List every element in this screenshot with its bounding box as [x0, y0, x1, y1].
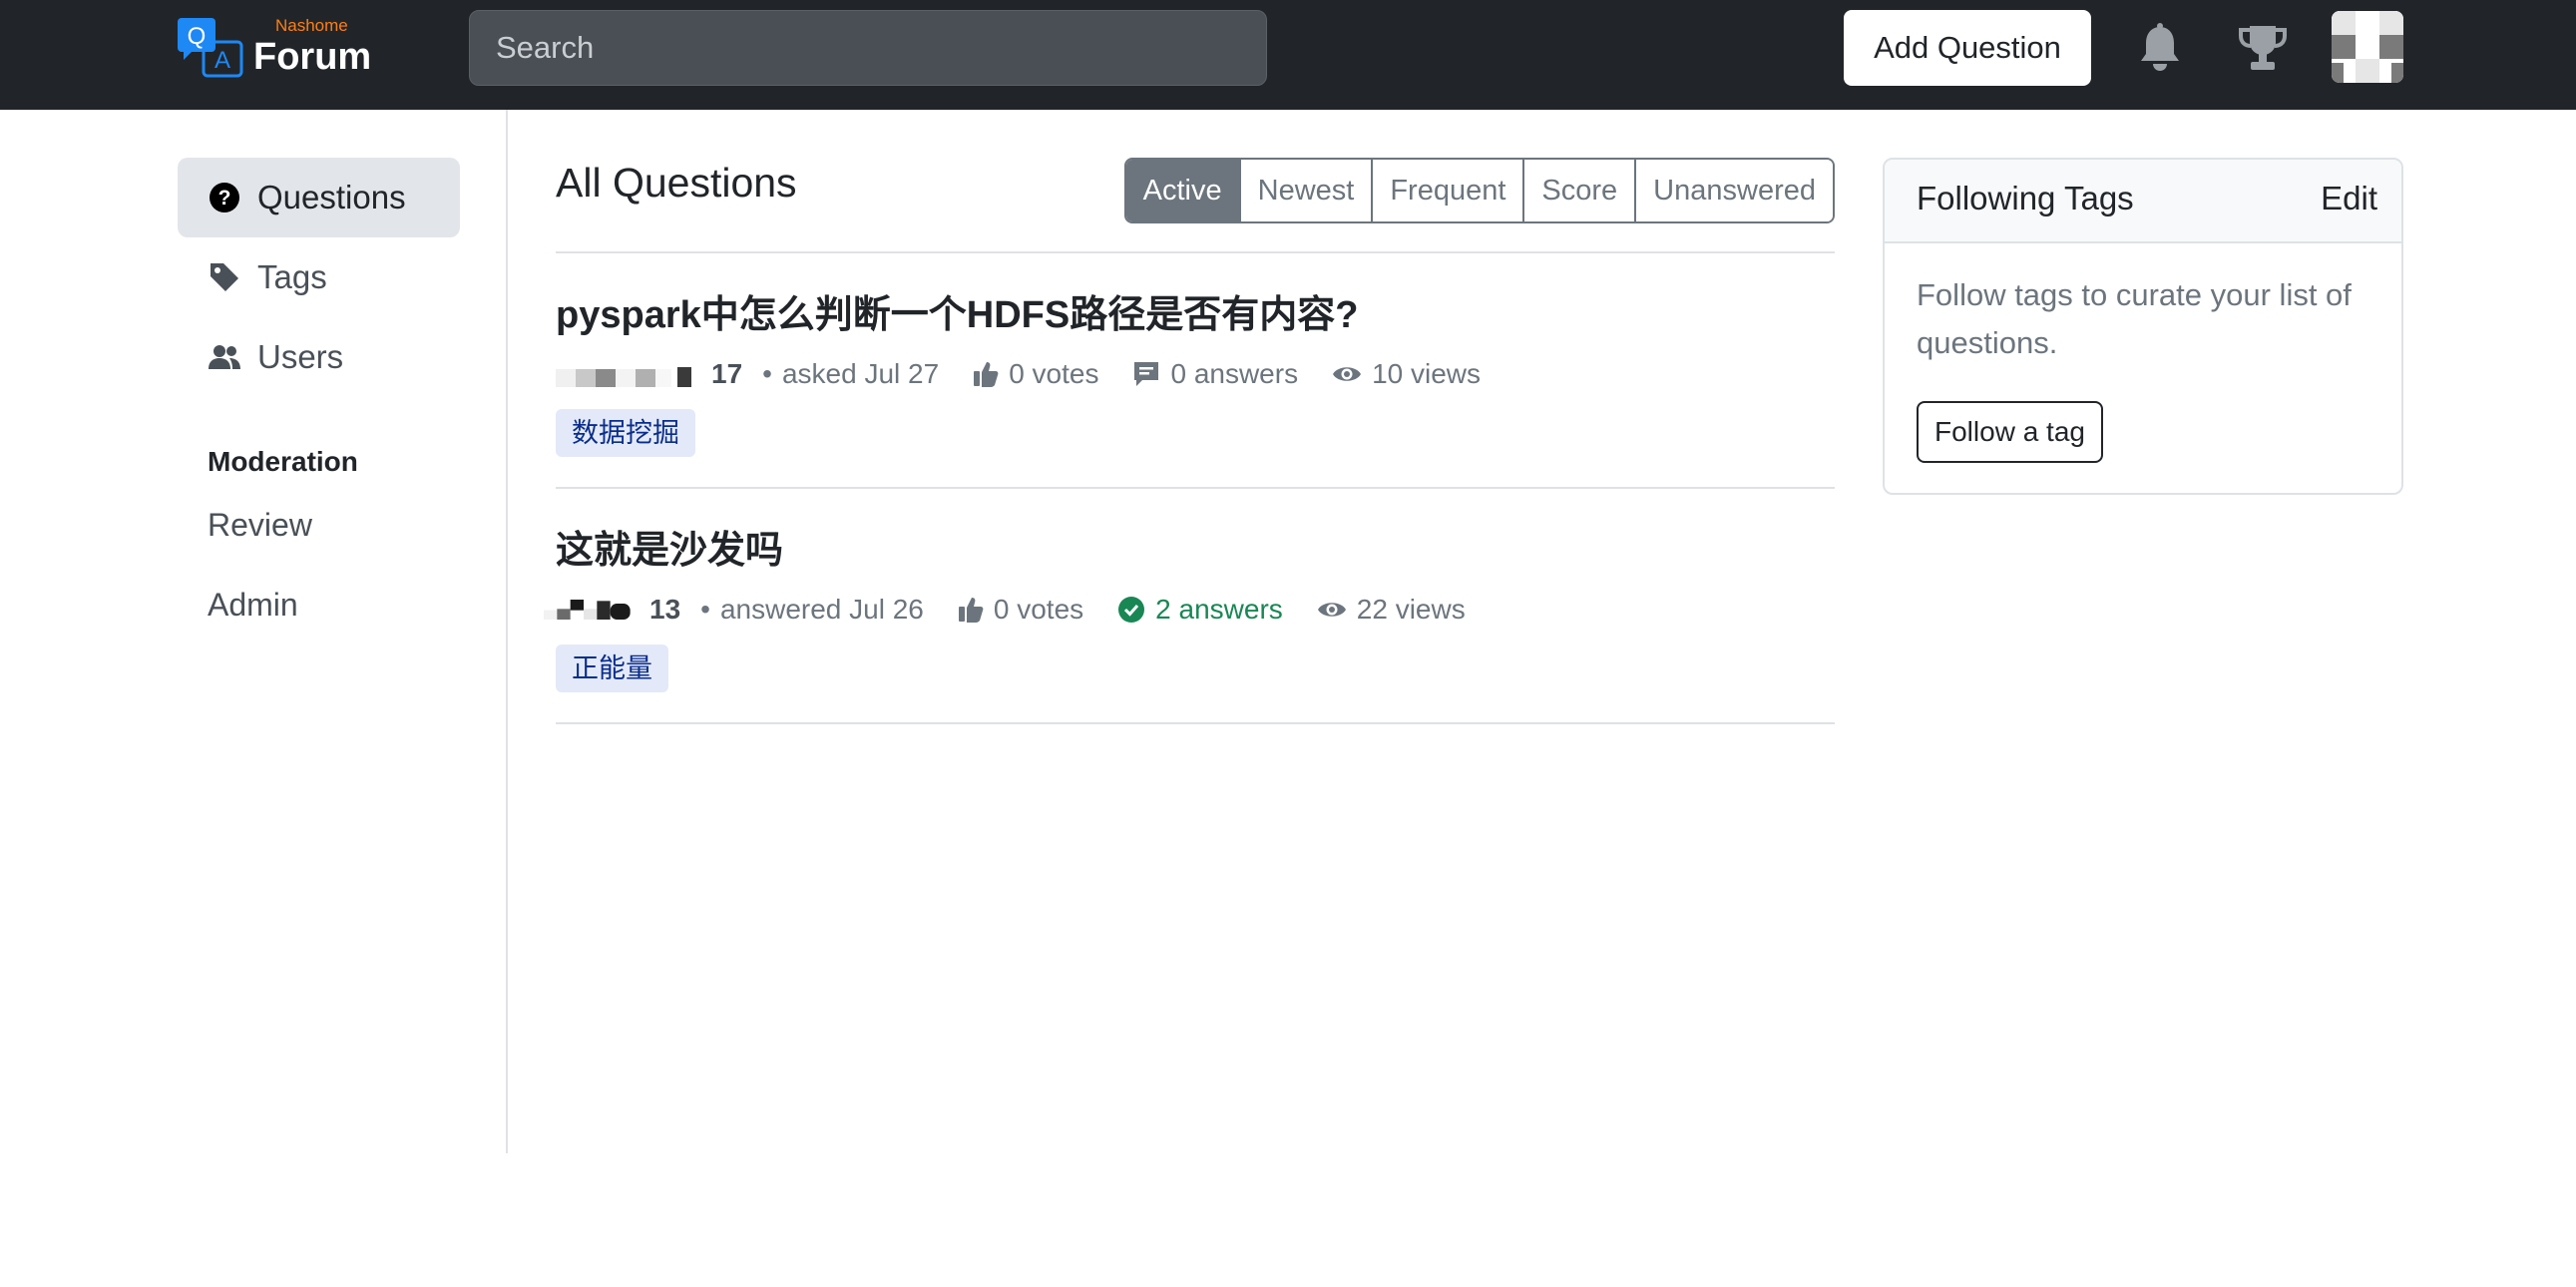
avatar-identicon-icon — [2332, 11, 2403, 83]
answers-label: 2 answers — [1155, 594, 1283, 625]
add-question-button[interactable]: Add Question — [1844, 10, 2091, 86]
page-title: All Questions — [556, 160, 797, 206]
chat-square-icon — [1134, 362, 1159, 386]
view-count: 10 views — [1332, 358, 1481, 390]
follow-a-tag-button[interactable]: Follow a tag — [1917, 401, 2103, 463]
question-item: pyspark中怎么判断一个HDFS路径是否有内容? 17 • asked Ju… — [556, 253, 1835, 489]
card-description: Follow tags to curate your list of quest… — [1917, 277, 2352, 360]
pixelated-username-icon[interactable] — [544, 595, 644, 625]
question-list: pyspark中怎么判断一个HDFS路径是否有内容? 17 • asked Ju… — [544, 251, 1835, 724]
question-meta: 13 • answered Jul 26 0 votes 2 answers 2… — [544, 587, 1466, 633]
meta-separator: • — [762, 358, 772, 389]
sidebar-divider — [506, 110, 508, 1153]
question-tag[interactable]: 正能量 — [556, 644, 668, 692]
thumbs-up-icon — [974, 362, 999, 387]
votes-label: 0 votes — [1009, 358, 1099, 389]
brand-name: Forum — [253, 36, 372, 78]
question-circle-icon: ? — [208, 181, 241, 214]
answer-count: 2 answers — [1117, 594, 1283, 626]
left-sidebar: ? Questions Tags Users Moderation Review… — [178, 158, 460, 644]
search-input[interactable] — [469, 10, 1267, 86]
answer-count: 0 answers — [1132, 358, 1298, 390]
answers-label: 0 answers — [1170, 358, 1299, 389]
bell-icon[interactable] — [2132, 20, 2188, 76]
view-count: 22 views — [1317, 594, 1466, 626]
question-title-link[interactable]: pyspark中怎么判断一个HDFS路径是否有内容? — [556, 283, 1358, 338]
eye-icon — [1317, 603, 1346, 617]
brand-logo-link[interactable]: Q A Nashome Forum — [178, 14, 397, 96]
top-navbar: Q A Nashome Forum Add Question — [0, 0, 2576, 110]
sidebar-item-tags[interactable]: Tags — [178, 237, 460, 317]
sort-tab-score[interactable]: Score — [1522, 160, 1635, 221]
question-title-link[interactable]: 这就是沙发吗 — [556, 519, 783, 574]
check-circle-icon — [1118, 597, 1145, 623]
svg-text:A: A — [215, 47, 230, 74]
sidebar-item-label: Tags — [257, 258, 327, 295]
votes-label: 0 votes — [993, 594, 1084, 625]
question-meta: 17 • asked Jul 27 0 votes 0 answers 10 v… — [556, 351, 1481, 397]
sidebar-item-label: Users — [257, 338, 344, 375]
qa-logo-icon: Q A — [178, 18, 243, 78]
card-header: Following Tags Edit — [1885, 160, 2401, 243]
svg-text:?: ? — [218, 187, 231, 210]
sort-tab-frequent[interactable]: Frequent — [1371, 160, 1523, 221]
question-tag[interactable]: 数据挖掘 — [556, 409, 695, 457]
sidebar-item-review[interactable]: Review — [178, 485, 460, 565]
user-reputation: 17 — [711, 358, 743, 389]
edit-tags-link[interactable]: Edit — [2321, 180, 2377, 217]
tag-icon — [208, 260, 241, 294]
brand-subtitle: Nashome — [275, 16, 348, 35]
user-reputation: 13 — [649, 594, 681, 625]
question-activity: asked Jul 27 — [781, 358, 940, 389]
sort-tab-unanswered[interactable]: Unanswered — [1634, 160, 1833, 221]
pixelated-username-icon[interactable] — [556, 359, 705, 389]
following-tags-card: Following Tags Edit Follow tags to curat… — [1883, 158, 2403, 495]
sidebar-item-questions[interactable]: ? Questions — [178, 158, 460, 237]
vote-count: 0 votes — [973, 358, 1098, 390]
trophy-icon[interactable] — [2235, 20, 2291, 76]
eye-icon — [1333, 367, 1362, 381]
vote-count: 0 votes — [958, 594, 1083, 626]
user-avatar[interactable] — [2332, 11, 2403, 83]
question-activity: answered Jul 26 — [719, 594, 924, 625]
views-label: 22 views — [1356, 594, 1466, 625]
sidebar-item-users[interactable]: Users — [178, 317, 460, 397]
card-title: Following Tags — [1917, 180, 2134, 216]
meta-separator: • — [700, 594, 710, 625]
sort-tab-active[interactable]: Active — [1125, 160, 1239, 221]
sidebar-item-label: Questions — [257, 179, 406, 215]
question-item: 这就是沙发吗 13 • answered Jul 26 0 votes 2 an… — [544, 489, 1835, 724]
thumbs-up-icon — [958, 598, 984, 623]
people-icon — [208, 340, 241, 374]
sidebar-item-admin[interactable]: Admin — [178, 565, 460, 644]
moderation-heading: Moderation — [208, 446, 358, 477]
sort-tabs: Active Newest Frequent Score Unanswered — [1123, 158, 1835, 223]
sort-tab-newest[interactable]: Newest — [1238, 160, 1372, 221]
views-label: 10 views — [1372, 358, 1482, 389]
